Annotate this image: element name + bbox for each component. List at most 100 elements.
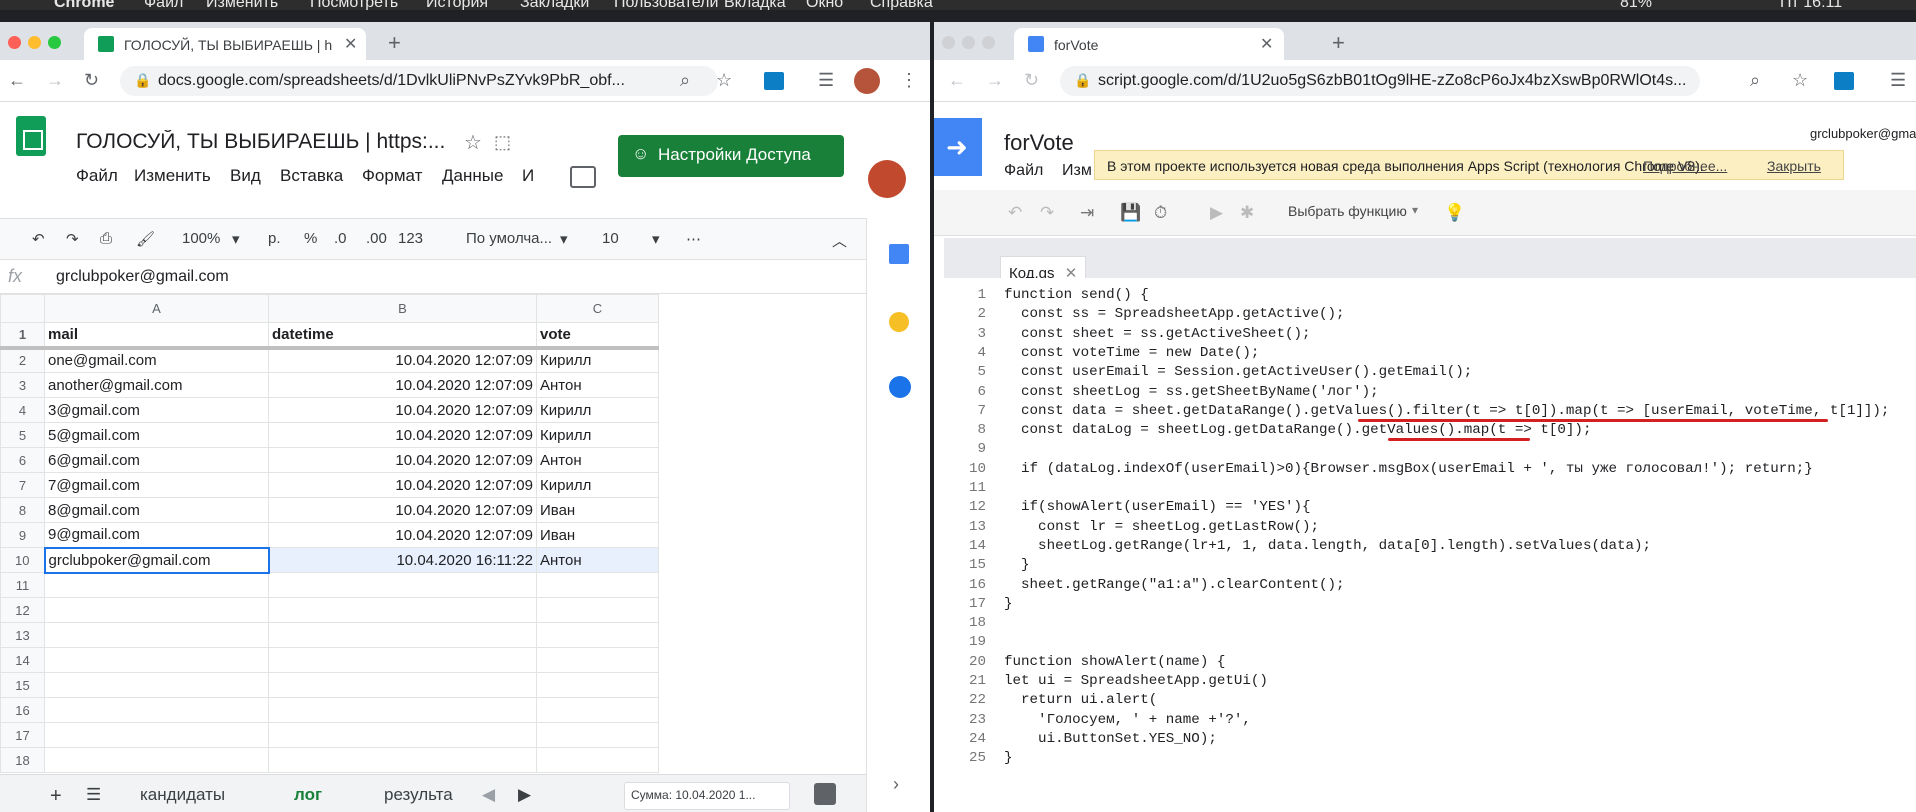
row-number[interactable]: 10 (0, 547, 45, 573)
cell-vote[interactable]: Кирилл (536, 472, 659, 498)
minimize-window-button[interactable] (28, 36, 41, 49)
media-icon[interactable]: ☰ (1890, 70, 1906, 91)
tab-sheets[interactable]: ГОЛОСУЙ, ТЫ ВЫБИРАЕШЬ | h ✕ (84, 28, 366, 60)
row-number[interactable]: 13 (0, 622, 45, 648)
cell-vote[interactable]: Кирилл (536, 347, 659, 373)
select-function-dropdown[interactable]: Выбрать функцию (1288, 203, 1407, 219)
cell-vote[interactable]: Антон (536, 547, 659, 573)
currency-format-button[interactable]: р. (268, 230, 281, 247)
cell-mail[interactable] (44, 597, 269, 623)
row-number[interactable]: 18 (0, 747, 45, 773)
cell-vote[interactable] (536, 672, 659, 698)
cell-mail[interactable]: another@gmail.com (44, 372, 269, 398)
cell-mail[interactable] (44, 747, 269, 773)
cell-vote[interactable]: Кирилл (536, 422, 659, 448)
select-all-corner[interactable] (0, 294, 45, 323)
extension-icon[interactable] (764, 72, 784, 90)
cell-vote[interactable] (536, 597, 659, 623)
close-tab-icon[interactable]: ✕ (344, 34, 357, 54)
cell-datetime[interactable] (268, 622, 537, 648)
row-number[interactable]: 16 (0, 697, 45, 723)
minimize-window-button[interactable] (962, 36, 975, 49)
explore-icon[interactable] (814, 783, 836, 805)
increase-decimal-button[interactable]: .00 (366, 230, 387, 247)
row-number[interactable]: 11 (0, 572, 45, 598)
cell-mail[interactable]: 5@gmail.com (44, 422, 269, 448)
new-tab-button[interactable]: + (1332, 30, 1345, 56)
row-number[interactable]: 12 (0, 597, 45, 623)
cell-mail[interactable]: one@gmail.com (44, 347, 269, 373)
cell-mail[interactable]: mail (44, 322, 269, 348)
new-tab-button[interactable]: + (388, 30, 401, 56)
sheet-tab-candidates[interactable]: кандидаты (140, 785, 225, 805)
cell-datetime[interactable]: 10.04.2020 12:07:09 (268, 497, 537, 523)
column-header-b[interactable]: B (268, 294, 537, 323)
mac-menu-2[interactable]: Изменить (206, 0, 278, 10)
notice-close-link[interactable]: Закрыть (1767, 158, 1821, 174)
cell-mail[interactable] (44, 722, 269, 748)
font-size-select[interactable]: 10 (602, 230, 619, 247)
expand-panel-icon[interactable]: › (893, 774, 899, 795)
collapse-menu-icon[interactable]: ︿ (832, 230, 847, 251)
indent-icon[interactable]: ⇥ (1080, 203, 1094, 223)
cell-mail[interactable] (44, 622, 269, 648)
row-number[interactable]: 9 (0, 522, 45, 548)
paint-format-icon[interactable]: 🖌 (136, 230, 155, 248)
close-window-button[interactable] (8, 36, 21, 49)
cell-mail[interactable]: 3@gmail.com (44, 397, 269, 423)
cell-datetime[interactable] (268, 722, 537, 748)
cell-vote[interactable]: Иван (536, 497, 659, 523)
cell-vote[interactable] (536, 747, 659, 773)
project-title[interactable]: forVote (1004, 130, 1074, 156)
back-icon[interactable]: ← (948, 70, 966, 91)
font-select[interactable]: По умолча... (466, 230, 552, 247)
mac-menu-7[interactable]: Вкладка (724, 0, 786, 10)
document-title[interactable]: ГОЛОСУЙ, ТЫ ВЫБИРАЕШЬ | https:... (76, 130, 446, 154)
undo-icon[interactable]: ↶ (1008, 203, 1022, 223)
url-field[interactable]: 🔒 docs.google.com/spreadsheets/d/1DvlkUl… (120, 66, 718, 96)
percent-format-button[interactable]: % (304, 230, 317, 247)
mac-menu-5[interactable]: Закладки (520, 0, 589, 10)
tab-script[interactable]: forVote ✕ (1014, 28, 1284, 60)
cell-mail[interactable] (44, 647, 269, 673)
cell-datetime[interactable]: 10.04.2020 12:07:09 (268, 472, 537, 498)
cell-datetime[interactable] (268, 747, 537, 773)
redo-icon[interactable]: ↷ (66, 230, 79, 248)
cell-datetime[interactable]: 10.04.2020 12:07:09 (268, 347, 537, 373)
cell-vote[interactable]: vote (536, 322, 659, 348)
row-number[interactable]: 15 (0, 672, 45, 698)
more-formats-button[interactable]: 123 (398, 230, 423, 247)
close-window-button[interactable] (942, 36, 955, 49)
formula-value[interactable]: grclubpoker@gmail.com (56, 268, 229, 286)
cell-mail[interactable] (44, 672, 269, 698)
row-number[interactable]: 6 (0, 447, 45, 473)
cell-mail[interactable]: 6@gmail.com (44, 447, 269, 473)
cell-datetime[interactable] (268, 647, 537, 673)
cell-vote[interactable] (536, 722, 659, 748)
cell-mail[interactable]: 9@gmail.com (44, 522, 269, 548)
zoom-dropdown-icon[interactable]: ▾ (232, 230, 240, 248)
cell-vote[interactable]: Антон (536, 447, 659, 473)
cell-mail[interactable] (44, 572, 269, 598)
cell-vote[interactable] (536, 697, 659, 723)
cell-datetime[interactable]: 10.04.2020 16:11:22 (268, 547, 537, 573)
menu-tools[interactable]: И (522, 166, 534, 186)
sheet-tab-log[interactable]: лог (294, 785, 322, 805)
select-function-chevron-icon[interactable]: ▾ (1412, 203, 1418, 217)
account-avatar[interactable] (868, 160, 906, 198)
add-sheet-icon[interactable]: + (50, 785, 62, 808)
media-icon[interactable]: ☰ (818, 70, 834, 91)
tasks-icon[interactable] (889, 376, 911, 398)
row-number[interactable]: 4 (0, 397, 45, 423)
all-sheets-icon[interactable]: ☰ (86, 785, 101, 805)
account-email[interactable]: grclubpoker@gmail.com (1810, 126, 1916, 141)
extension-icon[interactable] (1834, 72, 1854, 90)
zoom-icon[interactable]: ⌕ (680, 70, 690, 91)
column-header-a[interactable]: A (44, 294, 269, 323)
cell-mail[interactable]: 8@gmail.com (44, 497, 269, 523)
code-editor[interactable]: 1 function send() {2 const ss = Spreadshe… (944, 278, 1916, 794)
sheet-tab-results[interactable]: результа (384, 785, 453, 805)
formula-bar[interactable]: fx grclubpoker@gmail.com (0, 260, 866, 294)
reload-icon[interactable]: ↻ (1024, 70, 1039, 91)
cell-datetime[interactable] (268, 672, 537, 698)
